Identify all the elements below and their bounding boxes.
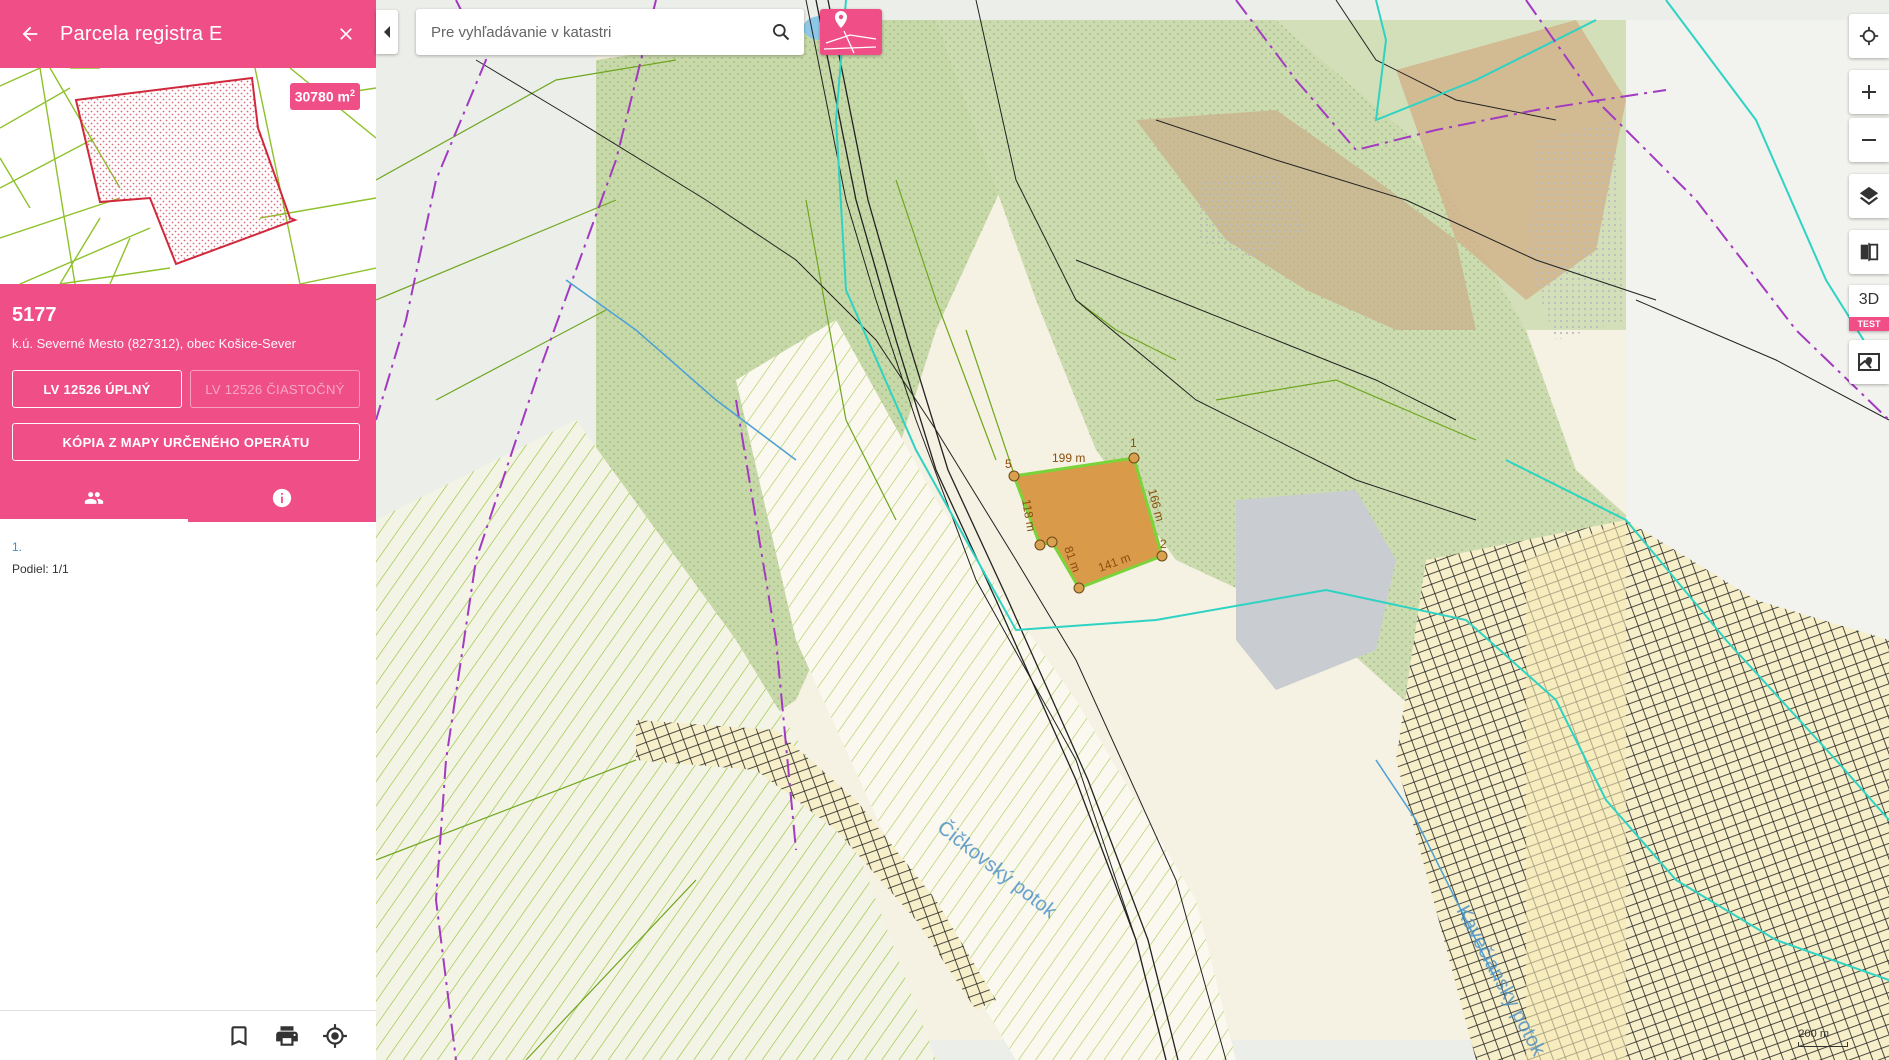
zoom-out-icon — [1862, 139, 1876, 141]
parcel-thumbnail: 30780 m2 — [0, 68, 376, 284]
print-icon[interactable] — [274, 1023, 300, 1049]
compare-button[interactable] — [1849, 230, 1889, 274]
panel-title: Parcela registra E — [60, 22, 223, 45]
lv-full-button[interactable]: LV 12526 ÚPLNÝ — [12, 370, 182, 408]
search-button[interactable] — [758, 9, 804, 55]
vertex-label-5: 5 — [1005, 457, 1012, 471]
parcel-pin-icon — [823, 11, 877, 54]
panel-header: Parcela registra E — [0, 0, 376, 68]
compare-icon — [1860, 242, 1879, 262]
parcel-detail-panel: Parcela registra E 30780 m2 5177 k.ú. Se… — [0, 0, 376, 1060]
cadastral-map[interactable]: 199 m 166 m 141 m 81 m 118 m 1 2 5 Čičko… — [376, 0, 1889, 1060]
zoom-in-icon — [1862, 85, 1876, 99]
bookmark-icon[interactable] — [226, 1023, 252, 1049]
parcel-info: 5177 k.ú. Severné Mesto (827312), obec K… — [0, 284, 376, 522]
vertex-label-2: 2 — [1160, 537, 1167, 551]
people-icon — [84, 492, 104, 504]
locate-icon[interactable] — [322, 1023, 348, 1049]
scale-label: 200 m — [1798, 1028, 1829, 1040]
cadastre-app: Parcela registra E 30780 m2 5177 k.ú. Se… — [0, 0, 1889, 1060]
chevron-left-icon — [384, 26, 390, 38]
tab-info[interactable] — [188, 474, 376, 522]
3d-label: 3D — [1858, 291, 1880, 308]
edge-label-top: 199 m — [1052, 451, 1085, 465]
layers-icon — [1859, 186, 1879, 206]
vertex-label-1: 1 — [1130, 436, 1137, 450]
back-button[interactable] — [0, 0, 60, 68]
collapse-panel-button[interactable] — [376, 10, 398, 54]
arrow-back-icon — [22, 26, 38, 42]
info-icon — [272, 488, 292, 508]
owners-list: 1. Podiel: 1/1 — [12, 540, 69, 576]
close-icon — [340, 28, 352, 40]
parcel-location: k.ú. Severné Mesto (827312), obec Košice… — [12, 336, 296, 351]
lv-partial-button[interactable]: LV 12526 ČIASTOČNÝ — [190, 370, 360, 408]
3d-button[interactable]: 3D TEST — [1849, 285, 1889, 331]
detail-tabs — [0, 474, 376, 522]
panel-footer — [0, 1010, 376, 1060]
search-bar — [416, 9, 804, 55]
geolocate-button[interactable] — [1849, 14, 1889, 58]
search-input[interactable] — [416, 9, 758, 55]
street-view-button[interactable] — [1849, 340, 1889, 384]
area-badge: 30780 m2 — [289, 83, 360, 110]
close-button[interactable] — [316, 0, 376, 68]
map-canvas[interactable]: 199 m 166 m 141 m 81 m 118 m 1 2 5 Čičko… — [376, 0, 1889, 1060]
tab-owners[interactable] — [0, 474, 188, 522]
parcel-mode-button[interactable] — [820, 9, 882, 55]
owner-index[interactable]: 1. — [12, 540, 69, 554]
parcel-number: 5177 — [12, 304, 57, 326]
search-icon — [773, 24, 790, 41]
zoom-out-button[interactable] — [1849, 118, 1889, 162]
zoom-in-button[interactable] — [1849, 70, 1889, 114]
area-unit: 2 — [349, 88, 355, 98]
layers-button[interactable] — [1849, 174, 1889, 218]
test-badge: TEST — [1849, 317, 1889, 331]
scale-bar: 200 m — [1798, 1028, 1849, 1047]
street-view-icon — [1858, 353, 1880, 371]
crosshair-icon — [1859, 26, 1879, 46]
owner-share: Podiel: 1/1 — [12, 562, 69, 576]
area-value: 30780 m — [294, 88, 350, 105]
map-copy-button[interactable]: KÓPIA Z MAPY URČENÉHO OPERÁTU — [12, 423, 360, 461]
